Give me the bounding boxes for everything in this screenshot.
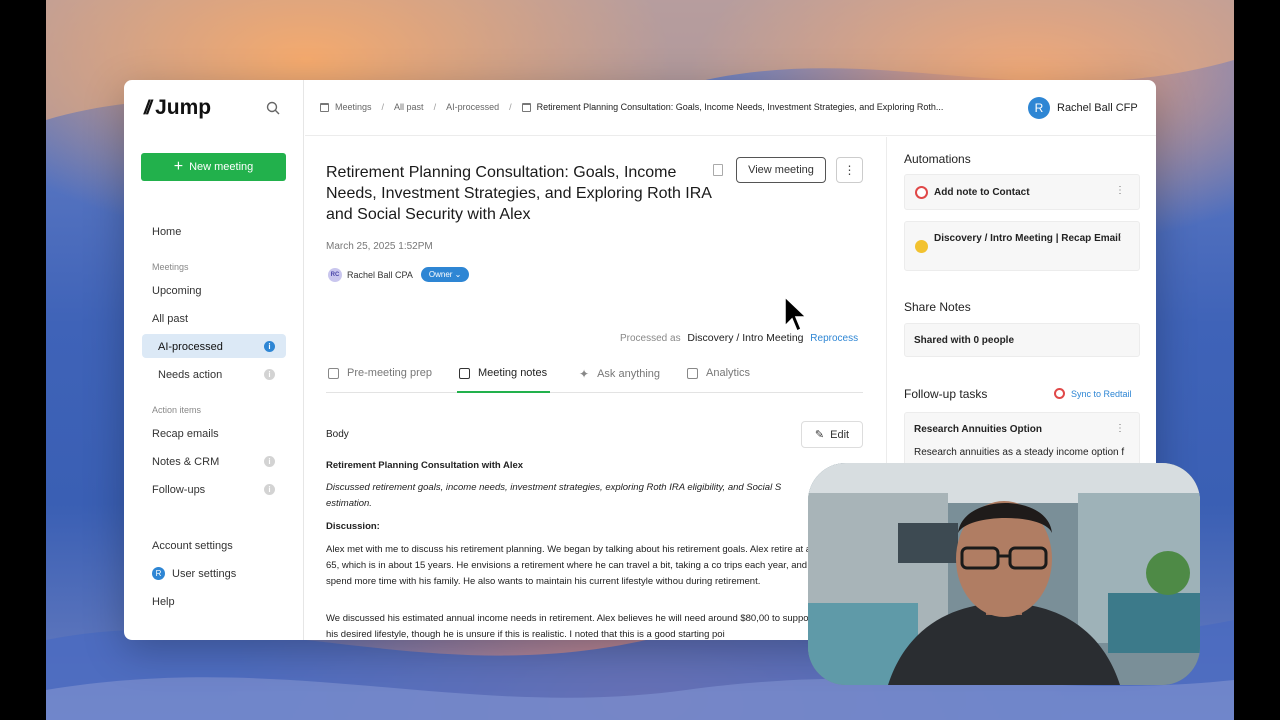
info-icon: i xyxy=(264,369,275,380)
meeting-date: March 25, 2025 1:52PM xyxy=(326,241,433,252)
sidebar-item-follow-ups[interactable]: Follow-ups xyxy=(152,484,205,496)
sidebar-item-all-past[interactable]: All past xyxy=(152,313,188,325)
processed-label: Processed as xyxy=(620,333,681,344)
sidebar-item-upcoming[interactable]: Upcoming xyxy=(152,285,202,297)
notes-heading: Retirement Planning Consultation with Al… xyxy=(326,460,524,471)
avatar: RC xyxy=(328,267,342,282)
body-label: Body xyxy=(326,429,349,440)
breadcrumb-separator: / xyxy=(509,102,512,113)
kebab-icon[interactable]: ⋮ xyxy=(1115,232,1125,243)
tab-pre-meeting-prep[interactable]: Pre-meeting prep xyxy=(328,367,432,379)
new-meeting-label: New meeting xyxy=(189,161,254,173)
automation-card[interactable]: Add note to Contact ⋮ xyxy=(904,174,1140,210)
redtail-icon xyxy=(1054,388,1065,399)
view-meeting-button[interactable]: View meeting xyxy=(736,157,826,183)
info-icon: i xyxy=(264,484,275,495)
document-icon[interactable] xyxy=(713,164,723,176)
breadcrumb-ai-processed[interactable]: AI-processed xyxy=(446,102,499,112)
sidebar: // Jump + New meeting Home Meetings Upco… xyxy=(124,80,304,640)
info-icon: i xyxy=(264,341,275,352)
sidebar-section-meetings: Meetings xyxy=(152,262,189,272)
kebab-icon[interactable]: ⋮ xyxy=(1115,185,1125,196)
kebab-icon[interactable]: ⋮ xyxy=(1115,423,1125,434)
chart-icon xyxy=(687,367,698,379)
sync-to-redtail-button[interactable]: Sync to Redtail xyxy=(1054,388,1132,399)
meeting-tabs: Pre-meeting prep Meeting notes ✦ Ask any… xyxy=(326,359,863,393)
calendar-icon xyxy=(521,103,531,113)
sidebar-section-action-items: Action items xyxy=(152,405,202,415)
sidebar-item-help[interactable]: Help xyxy=(152,596,175,608)
breadcrumb-separator: / xyxy=(381,102,385,113)
notes-summary: Discussed retirement goals, income needs… xyxy=(326,482,782,509)
sidebar-item-ai-processed[interactable]: AI-processed xyxy=(158,341,223,353)
share-notes-title: Share Notes xyxy=(904,300,971,314)
reprocess-link[interactable]: Reprocess xyxy=(810,333,858,344)
owner-row: RC Rachel Ball CPA Owner ⌄ xyxy=(328,267,470,282)
owner-name: Rachel Ball CPA xyxy=(347,269,413,280)
breadcrumb-separator: / xyxy=(433,102,437,113)
top-bar: Meetings / All past / AI-processed / Ret… xyxy=(305,80,1156,136)
automation-card[interactable]: Discovery / Intro Meeting | Recap Email … xyxy=(904,221,1140,271)
breadcrumb-all-past[interactable]: All past xyxy=(394,102,424,112)
breadcrumb: Meetings / All past / AI-processed / Ret… xyxy=(320,102,943,113)
search-icon[interactable] xyxy=(265,100,281,116)
notes-discussion-label: Discussion: xyxy=(326,521,380,532)
info-icon: i xyxy=(264,456,275,467)
meeting-main: Retirement Planning Consultation: Goals,… xyxy=(305,137,886,640)
logo-text: Jump xyxy=(155,96,212,119)
user-name: Rachel Ball CFP xyxy=(1057,102,1138,114)
more-options-button[interactable]: ⋮ xyxy=(836,157,863,183)
sparkle-icon: ✦ xyxy=(579,367,590,381)
sidebar-item-account-settings[interactable]: Account settings xyxy=(152,540,233,552)
email-icon xyxy=(915,240,928,253)
webcam-video-overlay xyxy=(808,463,1200,685)
user-menu[interactable]: R Rachel Ball CFP xyxy=(1028,97,1138,119)
breadcrumb-current: Retirement Planning Consultation: Goals,… xyxy=(521,102,943,113)
document-icon xyxy=(459,367,470,379)
notes-paragraph: Alex met with me to discuss his retireme… xyxy=(326,544,822,587)
sidebar-item-home[interactable]: Home xyxy=(152,226,181,238)
active-tab-indicator xyxy=(457,391,550,393)
sidebar-item-recap-emails[interactable]: Recap emails xyxy=(152,428,219,440)
jump-logo-icon: // xyxy=(142,96,152,119)
sidebar-item-user-settings[interactable]: User settings xyxy=(172,568,236,580)
clipboard-icon xyxy=(328,367,339,379)
processed-as: Processed as Discovery / Intro Meeting R… xyxy=(620,332,858,344)
page-title: Retirement Planning Consultation: Goals,… xyxy=(326,164,712,223)
automations-title: Automations xyxy=(904,152,971,166)
user-avatar-small: R xyxy=(152,567,165,580)
app-logo[interactable]: // Jump xyxy=(142,96,212,120)
mouse-cursor-icon xyxy=(784,296,808,333)
tab-meeting-notes[interactable]: Meeting notes xyxy=(459,367,547,379)
plus-icon: + xyxy=(173,158,184,175)
sidebar-item-needs-action[interactable]: Needs action xyxy=(158,369,222,381)
follow-up-title: Follow-up tasks xyxy=(904,387,988,401)
tab-ask-anything[interactable]: ✦ Ask anything xyxy=(579,367,660,381)
pencil-icon: ✎ xyxy=(814,429,825,441)
notes-paragraph: We discussed his estimated annual income… xyxy=(326,613,815,640)
tab-analytics[interactable]: Analytics xyxy=(687,367,750,379)
sidebar-item-notes-crm[interactable]: Notes & CRM xyxy=(152,456,219,468)
edit-button[interactable]: ✎ Edit xyxy=(801,421,863,448)
new-meeting-button[interactable]: + New meeting xyxy=(141,153,286,181)
calendar-icon xyxy=(320,103,329,113)
redtail-icon xyxy=(915,186,928,199)
breadcrumb-meetings[interactable]: Meetings xyxy=(320,102,372,113)
avatar: R xyxy=(1028,97,1050,119)
owner-role-dropdown[interactable]: Owner ⌄ xyxy=(420,267,470,282)
share-status[interactable]: Shared with 0 people xyxy=(904,323,1140,357)
